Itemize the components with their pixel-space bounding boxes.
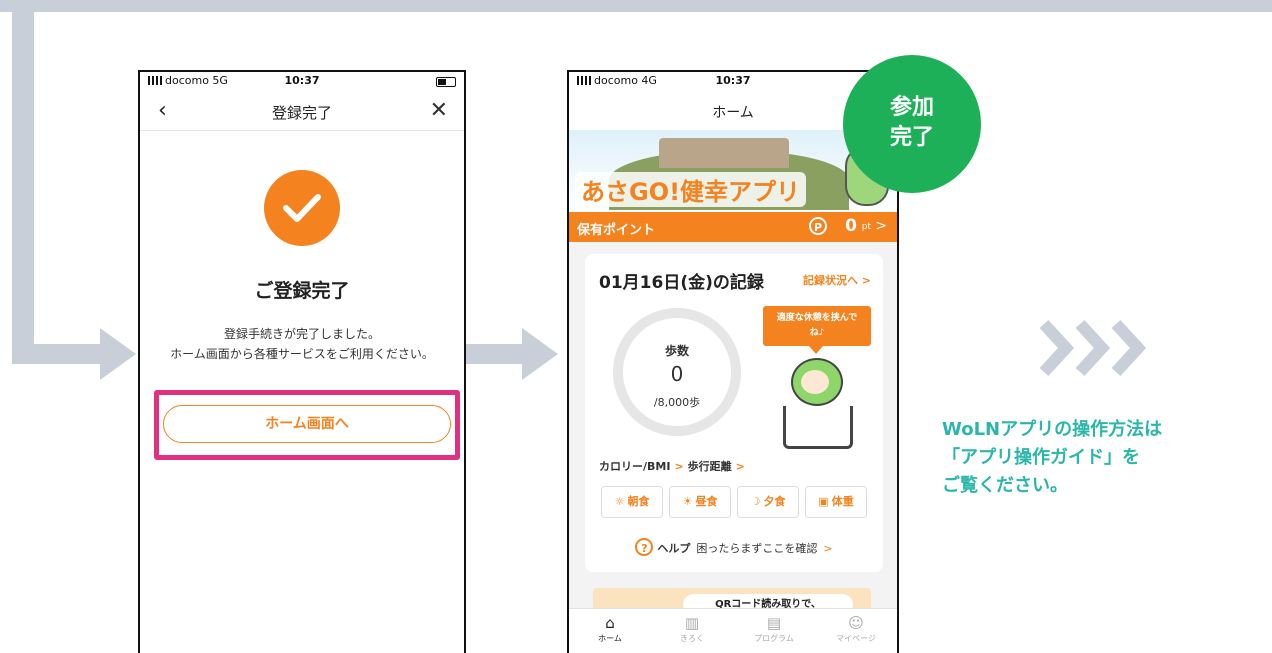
banner-castle-ruins	[659, 138, 789, 168]
tab-label: プログラム	[754, 634, 794, 643]
mascot-face	[801, 370, 829, 394]
badge-line1: 参加	[889, 95, 934, 120]
flow-line-to-screen2	[464, 344, 524, 364]
breakfast-button[interactable]: ☼ 朝食	[601, 486, 663, 518]
calorie-bmi-link[interactable]: カロリー/BMI	[599, 460, 670, 473]
meal-label: 体重	[831, 495, 854, 508]
meal-label: 夕食	[763, 495, 786, 508]
chevron-right-icon: >	[875, 218, 887, 234]
app-logo: あさGO!健幸アプリ	[575, 172, 807, 207]
arrow-right-icon	[522, 328, 558, 380]
badge-line2: 完了	[889, 125, 934, 150]
flow-line-to-screen1	[12, 344, 102, 364]
nav-bar: ‹ 登録完了 ✕	[140, 90, 464, 131]
clock: 10:37	[715, 74, 751, 87]
scale-icon: ▣	[818, 495, 829, 508]
flow-line-top	[0, 0, 1272, 12]
tab-bar: ⌂ ホーム ▥ きろく ▤ プログラム ☺ マイページ	[569, 608, 897, 653]
completion-message: 登録手続きが完了しました。 ホーム画面から各種サービスをご利用ください。	[140, 324, 464, 364]
record-status-link[interactable]: 記録状況へ >	[803, 272, 871, 288]
chair-icon	[783, 406, 853, 449]
participation-complete-badge: 参加 完了	[843, 55, 981, 193]
guide-line3: ご覧ください。	[942, 475, 1068, 496]
points-bar[interactable]: 保有ポイント P 0 pt >	[569, 212, 897, 242]
moon-icon: ☽	[750, 495, 761, 508]
points-unit: pt	[861, 222, 871, 232]
weight-button[interactable]: ▣ 体重	[805, 486, 867, 518]
record-date: 01月16日(金)の記録	[599, 273, 764, 293]
daily-record-card: 01月16日(金)の記録 記録状況へ > 歩数 0 /8,000歩 適度な休憩を…	[585, 254, 883, 572]
user-icon: ☺	[848, 614, 864, 632]
steps-value: 0	[670, 362, 684, 386]
help-link[interactable]: ? ヘルプ 困ったらまずここを確認 >	[585, 538, 883, 556]
points-label: 保有ポイント	[577, 223, 656, 238]
flow-line-left	[12, 0, 34, 364]
sunrise-icon: ☼	[614, 495, 625, 508]
registration-complete-screen: docomo 5G 10:37 ‹ 登録完了 ✕ ご登録完了 登録手続きが完了し…	[138, 70, 466, 653]
check-circle-icon	[264, 170, 340, 246]
tab-records[interactable]: ▥ きろく	[651, 609, 733, 653]
status-bar: docomo 4G 10:37	[569, 72, 897, 90]
completion-heading: ご登録完了	[254, 280, 350, 302]
help-text: 困ったらまずここを確認	[696, 542, 818, 555]
close-icon[interactable]: ✕	[430, 98, 448, 123]
stats-links: カロリー/BMI > 歩行距離 >	[599, 458, 749, 474]
page-title: 登録完了	[271, 104, 332, 122]
sun-icon: ☀	[682, 495, 693, 508]
steps-label: 歩数	[664, 344, 689, 358]
help-label: ヘルプ	[657, 542, 691, 555]
mascot-speech-bubble: 適度な休憩を挟んで ね♪	[763, 306, 871, 354]
arrow-right-icon	[100, 328, 136, 380]
meal-buttons: ☼ 朝食 ☀ 昼食 ☽ 夕食 ▣ 体重	[601, 486, 867, 518]
dinner-button[interactable]: ☽ 夕食	[737, 486, 799, 518]
guide-line1: WoLNアプリの操作方法は	[942, 419, 1163, 440]
point-icon: P	[809, 217, 827, 235]
points-value: 0	[845, 216, 857, 236]
meal-label: 朝食	[627, 495, 650, 508]
tab-label: きろく	[680, 634, 704, 643]
completion-message-line1: 登録手続きが完了しました。	[223, 327, 380, 341]
clock: 10:37	[284, 74, 320, 87]
bubble-line2: ね♪	[809, 328, 825, 338]
lunch-button[interactable]: ☀ 昼食	[669, 486, 731, 518]
chevron-right-icon: >	[735, 460, 745, 473]
steps-goal: /8,000歩	[653, 396, 701, 409]
triple-chevron-icon	[1040, 319, 1147, 377]
guide-line2: 「アプリ操作ガイド」を	[942, 447, 1140, 468]
chevron-right-icon: >	[823, 542, 833, 555]
walking-distance-link[interactable]: 歩行距離	[688, 460, 732, 473]
highlight-frame: ホーム画面へ	[154, 390, 460, 460]
battery-icon	[436, 77, 456, 87]
chevron-right-icon: >	[674, 460, 684, 473]
tab-mypage[interactable]: ☺ マイページ	[815, 609, 897, 653]
program-icon: ▤	[766, 614, 782, 632]
guide-text: WoLNアプリの操作方法は 「アプリ操作ガイド」を ご覧ください。	[942, 416, 1162, 500]
bubble-line1: 適度な休憩を挟んで	[776, 313, 858, 323]
steps-ring[interactable]: 歩数 0 /8,000歩	[613, 308, 741, 436]
help-icon: ?	[635, 538, 654, 556]
home-icon: ⌂	[605, 614, 615, 632]
tab-label: ホーム	[598, 634, 622, 643]
completion-message-line2: ホーム画面から各種サービスをご利用ください。	[170, 347, 434, 361]
go-home-button[interactable]: ホーム画面へ	[163, 405, 451, 443]
home-screen: docomo 4G 10:37 ホーム あさGO!健幸アプリ 保有ポイント P …	[567, 70, 899, 653]
tab-label: マイページ	[836, 634, 876, 643]
tab-program[interactable]: ▤ プログラム	[733, 609, 815, 653]
meal-label: 昼食	[695, 495, 718, 508]
mascot-character	[783, 358, 853, 449]
status-bar: docomo 5G 10:37	[140, 72, 464, 90]
tab-home[interactable]: ⌂ ホーム	[569, 609, 651, 653]
chart-icon: ▥	[684, 614, 700, 632]
